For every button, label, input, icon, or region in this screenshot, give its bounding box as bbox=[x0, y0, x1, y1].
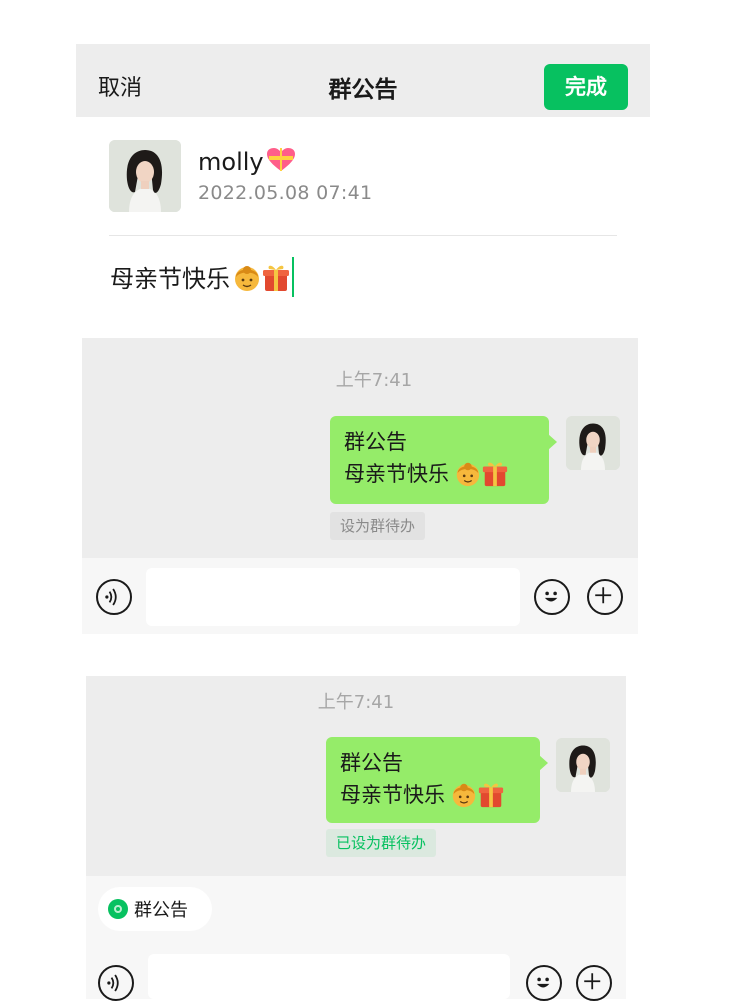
bubble-text: 母亲节快乐 bbox=[340, 783, 445, 807]
mother-gift-emoji-icon bbox=[456, 462, 508, 487]
smiley-icon[interactable] bbox=[526, 965, 562, 1001]
smiley-icon[interactable] bbox=[534, 579, 570, 615]
voice-icon[interactable] bbox=[96, 579, 132, 615]
avatar[interactable] bbox=[556, 738, 610, 792]
announcement-timestamp: 2022.05.08 07:41 bbox=[198, 182, 373, 204]
announcement-input[interactable]: 母亲节快乐 bbox=[110, 257, 294, 297]
heart-ribbon-icon bbox=[266, 147, 296, 179]
bubble-tail bbox=[548, 434, 557, 450]
set-group-todo-button[interactable]: 设为群待办 bbox=[330, 512, 426, 540]
avatar-image bbox=[109, 140, 181, 212]
avatar[interactable] bbox=[109, 140, 181, 212]
bubble-title: 群公告 bbox=[340, 751, 403, 775]
avatar-image bbox=[556, 738, 610, 792]
announcement-chip[interactable]: 群公告 bbox=[98, 887, 212, 931]
author-name: molly bbox=[198, 147, 296, 179]
editor-header: 取消 群公告 完成 bbox=[76, 44, 650, 117]
voice-icon[interactable] bbox=[98, 965, 134, 1001]
text-cursor bbox=[292, 257, 294, 297]
chat-input-bar bbox=[82, 558, 638, 634]
plus-icon[interactable] bbox=[576, 965, 612, 1001]
announcement-text: 母亲节快乐 bbox=[110, 265, 230, 293]
message-input[interactable] bbox=[146, 568, 520, 626]
mother-gift-emoji-icon bbox=[452, 783, 504, 808]
chat-preview-after: 上午7:41 群公告 母亲节快乐 已设为群待办 bbox=[86, 676, 626, 876]
chip-label: 群公告 bbox=[134, 900, 188, 921]
bubble-title: 群公告 bbox=[344, 430, 407, 454]
message-input[interactable] bbox=[148, 954, 510, 999]
announcement-bubble[interactable]: 群公告 母亲节快乐 bbox=[330, 416, 557, 504]
mother-gift-emoji-icon bbox=[235, 265, 289, 291]
group-todo-status: 已设为群待办 bbox=[326, 829, 437, 857]
message-time: 上午7:41 bbox=[317, 692, 395, 713]
avatar[interactable] bbox=[566, 416, 620, 470]
announcement-bubble[interactable]: 群公告 母亲节快乐 bbox=[326, 737, 548, 823]
author-name-text: molly bbox=[198, 148, 264, 176]
bubble-tail bbox=[539, 755, 548, 771]
message-time: 上午7:41 bbox=[335, 370, 413, 391]
divider bbox=[109, 235, 617, 236]
done-button[interactable]: 完成 bbox=[544, 64, 628, 110]
avatar-image bbox=[566, 416, 620, 470]
announcement-chip-icon bbox=[108, 899, 128, 919]
bubble-text: 母亲节快乐 bbox=[344, 462, 449, 486]
plus-icon[interactable] bbox=[587, 579, 623, 615]
chat-preview-before: 上午7:41 群公告 母亲节快乐 设为群待办 bbox=[82, 338, 638, 558]
